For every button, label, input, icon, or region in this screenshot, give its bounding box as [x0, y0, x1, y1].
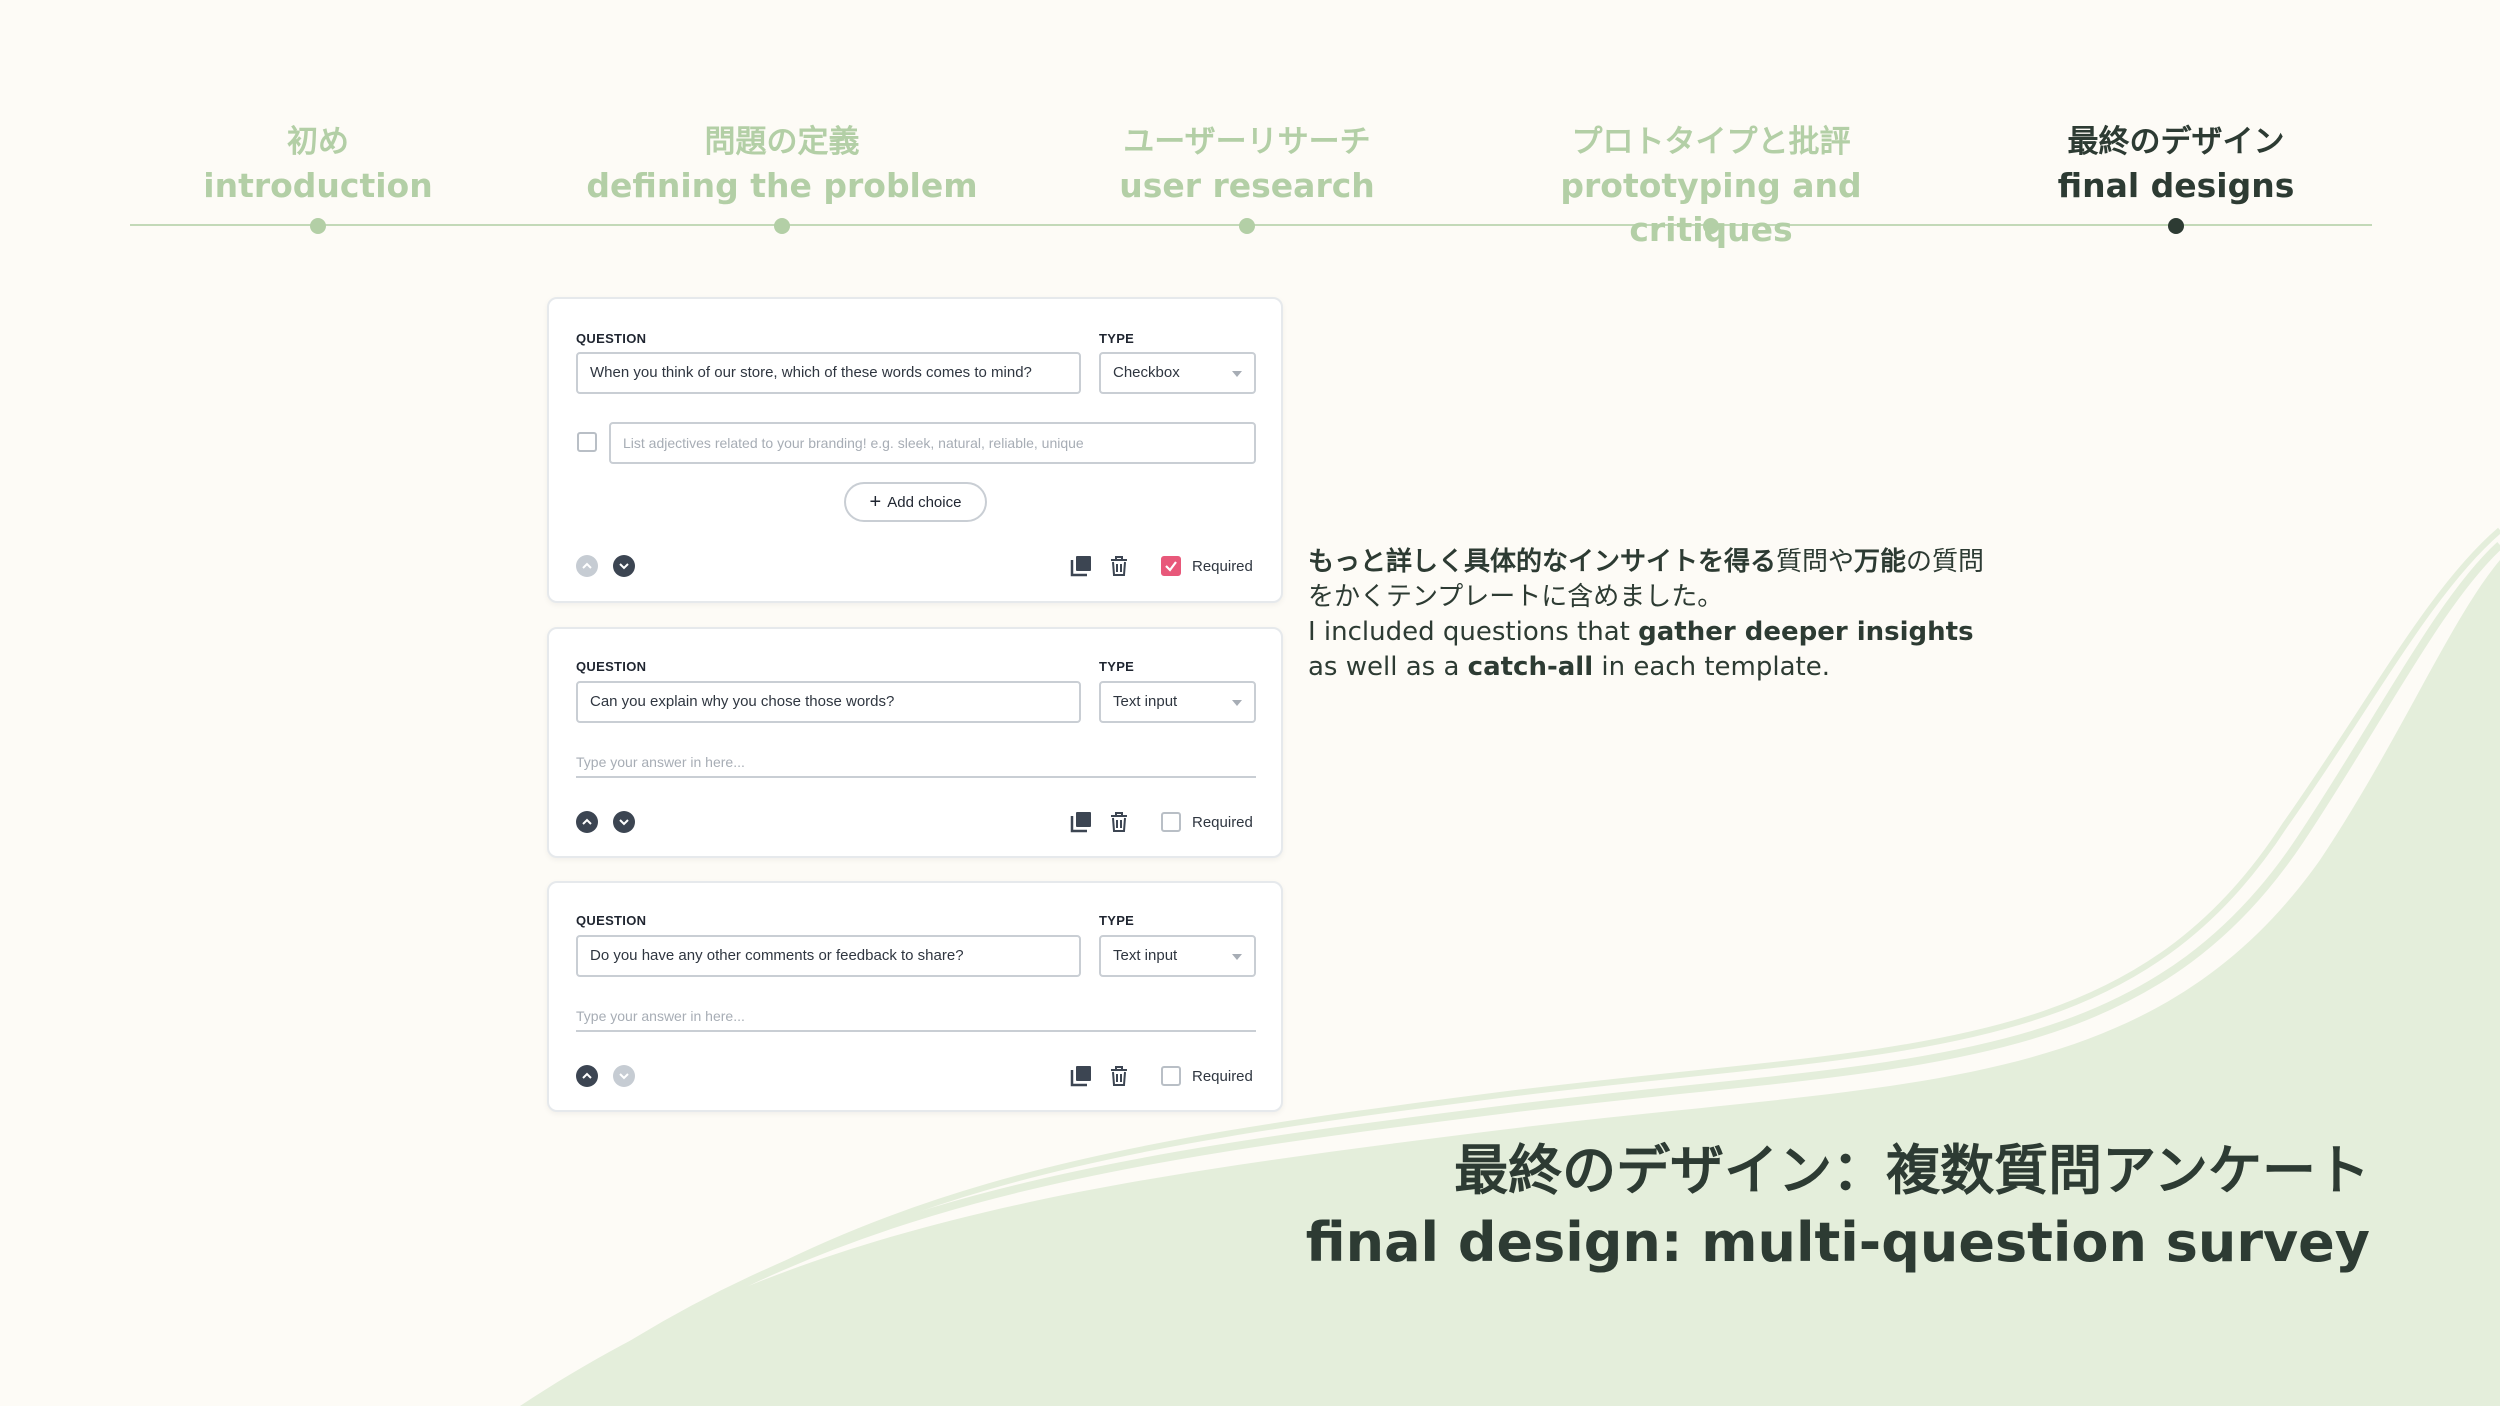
description-en-bold-1: gather deeper insights: [1638, 617, 1974, 647]
description-jp-bold-2: 万能: [1854, 547, 1907, 577]
question-label: QUESTION: [576, 659, 647, 674]
timeline-step-final-designs[interactable]: 最終のデザイン final designs: [1966, 120, 2386, 234]
required-label: Required: [1192, 558, 1253, 575]
timeline-step-jp: プロトタイプと批評: [1571, 124, 1851, 160]
choice-checkbox[interactable]: [577, 432, 597, 452]
move-up-button[interactable]: [576, 555, 598, 577]
trash-icon[interactable]: [1107, 1064, 1131, 1088]
description-jp-bold-1: もっと詳しく具体的なインサイトを得る: [1308, 547, 1777, 577]
chevron-up-icon: [582, 1072, 592, 1079]
chevron-up-icon: [582, 818, 592, 825]
timeline-step-jp: 問題の定義: [704, 124, 860, 160]
answer-input[interactable]: Type your answer in here...: [576, 1002, 1256, 1032]
description-en-2: as well as a: [1308, 652, 1468, 682]
type-label: TYPE: [1099, 913, 1135, 928]
move-down-button[interactable]: [613, 1065, 635, 1087]
timeline-step-introduction[interactable]: 初め introduction: [108, 120, 528, 234]
question-input[interactable]: When you think of our store, which of th…: [576, 352, 1081, 394]
duplicate-icon[interactable]: [1069, 1064, 1093, 1088]
slide-title-en: final design: multi-question survey: [1305, 1211, 2370, 1274]
timeline-step-en: user research: [1119, 166, 1375, 205]
timeline-step-en: prototyping and critiques: [1560, 166, 1862, 249]
timeline-dot: [774, 218, 790, 234]
choice-input[interactable]: List adjectives related to your branding…: [609, 422, 1256, 464]
timeline-step-en: defining the problem: [586, 166, 978, 205]
description-jp: もっと詳しく具体的なインサイトを得る質問や万能の質問をかくテンプレートに含めまし…: [1308, 545, 2008, 615]
slide-title: 最終のデザイン：複数質問アンケート final design: multi-qu…: [1306, 1135, 2370, 1279]
type-label: TYPE: [1099, 331, 1135, 346]
timeline-step-en: introduction: [203, 166, 433, 205]
required-checkbox[interactable]: [1161, 556, 1181, 576]
timeline-dot: [310, 218, 326, 234]
chevron-down-icon: [1232, 954, 1242, 960]
description-en-bold-2: catch-all: [1467, 652, 1594, 682]
chevron-down-icon: [1232, 371, 1242, 377]
question-card-2: QUESTION TYPE Can you explain why you ch…: [547, 627, 1283, 858]
description-en-3: in each template.: [1593, 652, 1830, 682]
type-select[interactable]: Checkbox: [1099, 352, 1256, 394]
timeline-dot: [1239, 218, 1255, 234]
timeline-step-en: final designs: [2057, 166, 2295, 205]
required-checkbox[interactable]: [1161, 1066, 1181, 1086]
required-label: Required: [1192, 814, 1253, 831]
timeline-step-jp: 初め: [287, 124, 349, 160]
question-card-1: QUESTION TYPE When you think of our stor…: [547, 297, 1283, 603]
timeline-step-prototyping-and-critiques[interactable]: プロトタイプと批評 prototyping and critiques: [1501, 120, 1921, 252]
chevron-down-icon: [619, 1073, 629, 1080]
trash-icon[interactable]: [1107, 554, 1131, 578]
trash-icon[interactable]: [1107, 810, 1131, 834]
duplicate-icon[interactable]: [1069, 554, 1093, 578]
answer-input[interactable]: Type your answer in here...: [576, 748, 1256, 778]
type-select-value: Text input: [1113, 947, 1178, 964]
add-choice-button[interactable]: + Add choice: [844, 482, 987, 522]
chevron-down-icon: [1232, 700, 1242, 706]
chevron-down-icon: [619, 563, 629, 570]
required-checkbox[interactable]: [1161, 812, 1181, 832]
question-label: QUESTION: [576, 331, 647, 346]
check-icon: [1165, 561, 1177, 572]
description-jp-1: 質問や: [1776, 547, 1855, 577]
timeline-step-defining-the-problem[interactable]: 問題の定義 defining the problem: [572, 120, 992, 234]
move-down-button[interactable]: [613, 555, 635, 577]
design-description: もっと詳しく具体的なインサイトを得る質問や万能の質問をかくテンプレートに含めまし…: [1308, 545, 2008, 685]
slide-title-jp: 最終のデザイン：複数質問アンケート: [1454, 1139, 2370, 1202]
duplicate-icon[interactable]: [1069, 810, 1093, 834]
chevron-down-icon: [619, 819, 629, 826]
timeline-dot: [1703, 218, 1719, 234]
chevron-up-icon: [582, 562, 592, 569]
type-select[interactable]: Text input: [1099, 681, 1256, 723]
required-label: Required: [1192, 1068, 1253, 1085]
question-input[interactable]: Can you explain why you chose those word…: [576, 681, 1081, 723]
question-card-3: QUESTION TYPE Do you have any other comm…: [547, 881, 1283, 1112]
type-label: TYPE: [1099, 659, 1135, 674]
plus-icon: +: [869, 491, 882, 513]
question-label: QUESTION: [576, 913, 647, 928]
move-down-button[interactable]: [613, 811, 635, 833]
type-select-value: Text input: [1113, 693, 1178, 710]
timeline-step-user-research[interactable]: ユーザーリサーチ user research: [1037, 120, 1457, 234]
question-input[interactable]: Do you have any other comments or feedba…: [576, 935, 1081, 977]
timeline-dot-active: [2168, 218, 2184, 234]
timeline-step-jp: 最終のデザイン: [2067, 124, 2285, 160]
description-en-1: I included questions that: [1308, 617, 1639, 647]
progress-timeline: 初め introduction 問題の定義 defining the probl…: [130, 120, 2372, 249]
type-select-value: Checkbox: [1113, 364, 1180, 381]
move-up-button[interactable]: [576, 811, 598, 833]
move-up-button[interactable]: [576, 1065, 598, 1087]
description-en: I included questions that gather deeper …: [1308, 615, 2008, 685]
timeline-step-jp: ユーザーリサーチ: [1123, 124, 1371, 160]
add-choice-label: Add choice: [887, 494, 962, 511]
type-select[interactable]: Text input: [1099, 935, 1256, 977]
